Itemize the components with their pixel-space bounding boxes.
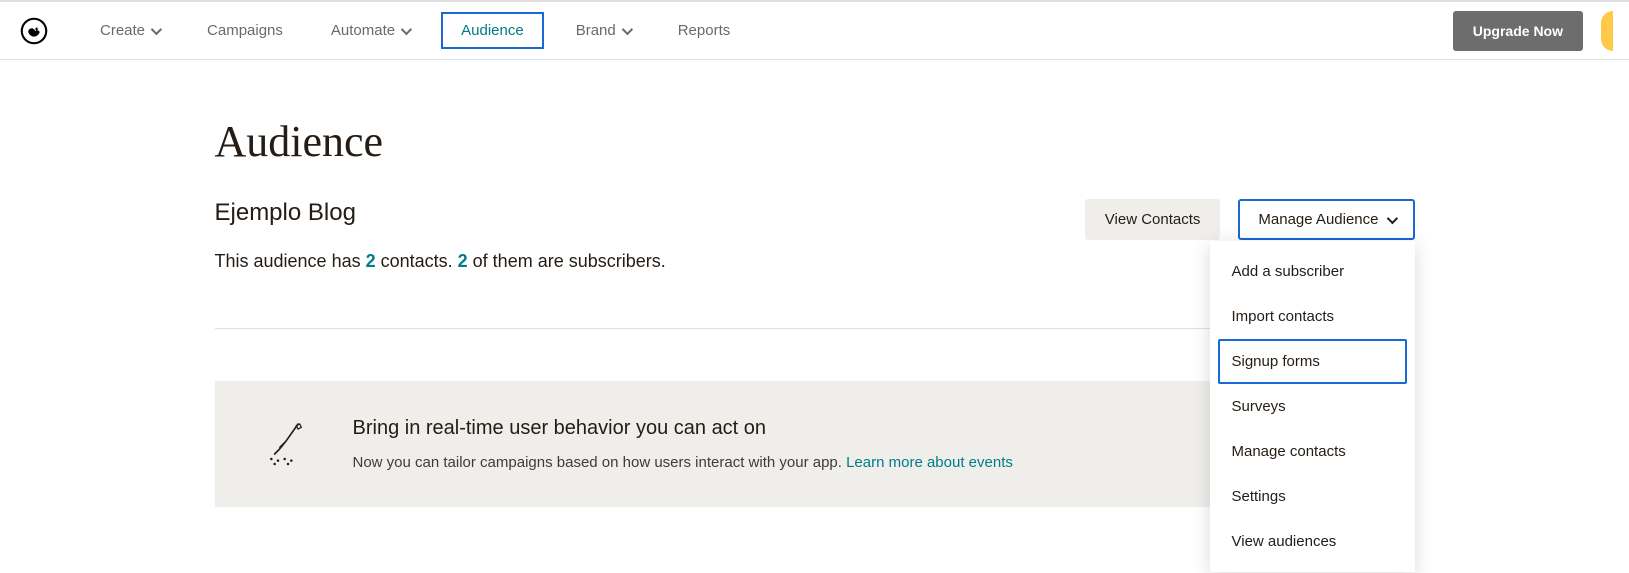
nav-create[interactable]: Create	[84, 14, 175, 47]
audience-name: Ejemplo Blog	[215, 199, 666, 227]
nav-campaigns[interactable]: Campaigns	[191, 14, 299, 47]
right-actions: View Contacts Manage Audience Add a subs…	[1085, 199, 1415, 240]
dropdown-add-subscriber[interactable]: Add a subscriber	[1218, 249, 1407, 294]
page-title: Audience	[215, 116, 1415, 167]
stats-mid: contacts.	[376, 251, 458, 271]
manage-audience-label: Manage Audience	[1258, 211, 1378, 228]
promo-title: Bring in real-time user behavior you can…	[353, 417, 1013, 440]
nav-items: Create Campaigns Automate Audience Brand…	[76, 12, 754, 49]
nav-audience[interactable]: Audience	[441, 12, 544, 49]
nav-automate[interactable]: Automate	[315, 14, 425, 47]
stats-suffix: of them are subscribers.	[468, 251, 666, 271]
promo-text: Bring in real-time user behavior you can…	[353, 417, 1013, 471]
stats-line: This audience has 2 contacts. 2 of them …	[215, 251, 666, 272]
mailchimp-logo-icon[interactable]	[20, 17, 48, 45]
nav-label: Brand	[576, 22, 616, 39]
promo-desc-text: Now you can tailor campaigns based on ho…	[353, 454, 847, 471]
nav-label: Reports	[678, 22, 731, 39]
dropdown-signup-forms[interactable]: Signup forms	[1218, 339, 1407, 384]
nav-label: Create	[100, 22, 145, 39]
avatar[interactable]	[1601, 11, 1613, 51]
nav-label: Campaigns	[207, 22, 283, 39]
stats-prefix: This audience has	[215, 251, 366, 271]
dropdown-surveys[interactable]: Surveys	[1218, 384, 1407, 429]
chevron-down-icon	[621, 23, 632, 34]
main-content: Audience Ejemplo Blog This audience has …	[215, 60, 1415, 507]
dropdown-manage-contacts[interactable]: Manage contacts	[1218, 429, 1407, 474]
manage-audience-button[interactable]: Manage Audience	[1238, 199, 1414, 240]
audience-header-row: Ejemplo Blog This audience has 2 contact…	[215, 199, 1415, 272]
subscribers-count: 2	[458, 251, 468, 271]
promo-link[interactable]: Learn more about events	[846, 454, 1013, 471]
dropdown-view-audiences[interactable]: View audiences	[1218, 519, 1407, 564]
dropdown-import-contacts[interactable]: Import contacts	[1218, 294, 1407, 339]
audience-info: Ejemplo Blog This audience has 2 contact…	[215, 199, 666, 272]
manage-audience-dropdown: Add a subscriber Import contacts Signup …	[1210, 241, 1415, 572]
chevron-down-icon	[1386, 212, 1397, 223]
contacts-count: 2	[366, 251, 376, 271]
nav-label: Automate	[331, 22, 395, 39]
nav-bar: Create Campaigns Automate Audience Brand…	[0, 2, 1629, 60]
nav-reports[interactable]: Reports	[662, 14, 747, 47]
view-contacts-button[interactable]: View Contacts	[1085, 199, 1221, 240]
upgrade-button[interactable]: Upgrade Now	[1453, 11, 1583, 51]
chevron-down-icon	[401, 23, 412, 34]
manage-audience-wrapper: Manage Audience Add a subscriber Import …	[1238, 199, 1414, 240]
dropdown-settings[interactable]: Settings	[1218, 474, 1407, 519]
nav-brand[interactable]: Brand	[560, 14, 646, 47]
hand-sprinkle-icon	[263, 419, 313, 469]
chevron-down-icon	[151, 23, 162, 34]
nav-label: Audience	[461, 22, 524, 39]
promo-desc: Now you can tailor campaigns based on ho…	[353, 454, 1013, 471]
